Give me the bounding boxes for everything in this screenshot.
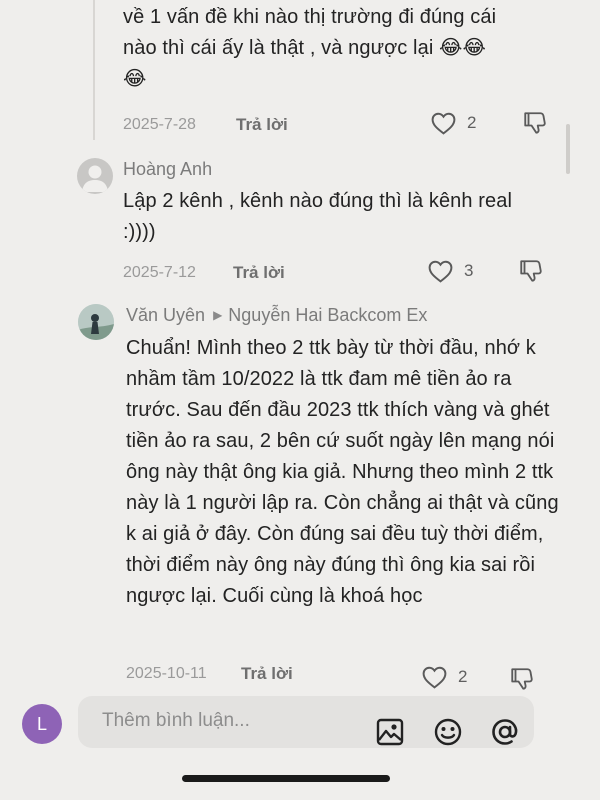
comment-date: 2025-10-11 <box>126 665 207 682</box>
comment-input-placeholder: Thêm bình luận... <box>102 710 250 731</box>
comment-body: Chuẩn! Mình theo 2 ttk bày từ thời đầu, … <box>126 337 559 607</box>
comment-sheet: về 1 vấn đề khi nào thị trường đi đúng c… <box>0 0 600 800</box>
thumbs-down-icon[interactable] <box>518 258 544 284</box>
comment-date: 2025-7-28 <box>123 116 196 133</box>
comment-body: về 1 vấn đề khi nào thị trường đi đúng c… <box>123 2 583 95</box>
thumbs-down-icon[interactable] <box>509 666 535 692</box>
user-photo-icon <box>78 304 114 340</box>
thumbs-down-icon[interactable] <box>522 110 548 136</box>
emoji-icon[interactable] <box>432 716 464 748</box>
my-avatar[interactable]: L <box>22 704 62 744</box>
reply-button[interactable]: Trả lời <box>236 115 288 135</box>
heart-outline-icon <box>428 260 453 283</box>
like-button[interactable]: 2 <box>430 111 476 135</box>
like-count: 2 <box>458 667 468 686</box>
image-icon[interactable] <box>374 716 406 748</box>
reply-button[interactable]: Trả lời <box>241 664 293 684</box>
comment-input[interactable]: Thêm bình luận... <box>78 696 534 748</box>
home-indicator[interactable] <box>182 775 390 782</box>
avatar[interactable] <box>78 304 114 340</box>
laugh-emoji-icon: 😂 <box>123 68 147 90</box>
author-name[interactable]: Hoàng Anh <box>123 159 212 180</box>
comment-body-text: nào thì cái ấy là thật , và ngược lại <box>123 37 434 59</box>
like-button[interactable]: 2 <box>421 665 467 689</box>
at-icon[interactable] <box>489 716 521 748</box>
scrollbar[interactable] <box>566 124 570 174</box>
like-count: 2 <box>467 113 477 132</box>
comment-body-line: về 1 vấn đề khi nào thị trường đi đúng c… <box>123 6 497 28</box>
heart-outline-icon <box>431 112 456 135</box>
author-name[interactable]: Văn Uyên <box>126 305 205 325</box>
comment-body: Lập 2 kênh , kênh nào đúng thì là kênh r… <box>123 190 513 243</box>
comment-body-line: nào thì cái ấy là thật , và ngược lại 😂😂 <box>123 33 583 64</box>
laugh-emoji-icon: 😂 <box>462 37 487 59</box>
thread-line <box>93 0 95 140</box>
heart-outline-icon <box>422 666 447 689</box>
comment-date: 2025-7-12 <box>123 264 196 281</box>
default-user-icon <box>82 165 108 192</box>
reply-button[interactable]: Trả lời <box>233 263 285 283</box>
comment-composer: L Thêm bình luận... <box>0 690 600 800</box>
comment-body-line: 😂 <box>123 64 583 95</box>
reply-to-name[interactable]: Nguyễn Hai Backcom Ex <box>228 305 427 325</box>
laugh-emoji-icon: 😂 <box>439 37 463 59</box>
avatar[interactable] <box>77 158 113 194</box>
comment-author-line: Văn Uyên ▶ Nguyễn Hai Backcom Ex <box>126 305 427 326</box>
like-count: 3 <box>464 261 474 280</box>
reply-arrow-icon: ▶ <box>213 308 223 322</box>
like-button[interactable]: 3 <box>427 259 473 283</box>
